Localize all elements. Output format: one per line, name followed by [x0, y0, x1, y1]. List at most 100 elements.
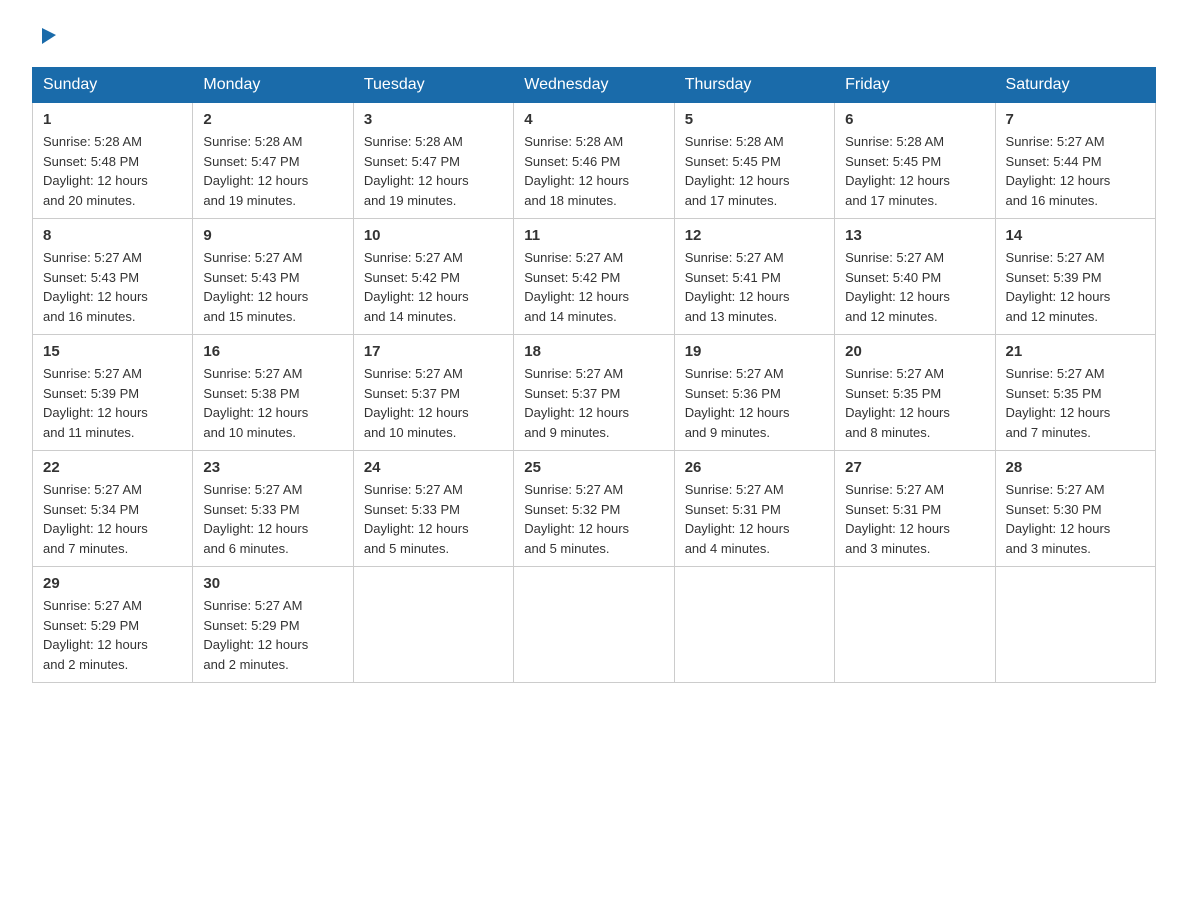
day-info: Sunrise: 5:28 AM Sunset: 5:45 PM Dayligh…	[845, 132, 984, 210]
calendar-cell: 7 Sunrise: 5:27 AM Sunset: 5:44 PM Dayli…	[995, 103, 1155, 219]
day-info: Sunrise: 5:27 AM Sunset: 5:40 PM Dayligh…	[845, 248, 984, 326]
weekday-header-tuesday: Tuesday	[353, 68, 513, 103]
day-info: Sunrise: 5:28 AM Sunset: 5:48 PM Dayligh…	[43, 132, 182, 210]
day-number: 10	[364, 227, 503, 244]
day-info: Sunrise: 5:27 AM Sunset: 5:43 PM Dayligh…	[43, 248, 182, 326]
calendar-cell: 15 Sunrise: 5:27 AM Sunset: 5:39 PM Dayl…	[33, 335, 193, 451]
day-info: Sunrise: 5:28 AM Sunset: 5:46 PM Dayligh…	[524, 132, 663, 210]
calendar-cell: 23 Sunrise: 5:27 AM Sunset: 5:33 PM Dayl…	[193, 451, 353, 567]
day-number: 26	[685, 459, 824, 476]
calendar-week-5: 29 Sunrise: 5:27 AM Sunset: 5:29 PM Dayl…	[33, 567, 1156, 683]
calendar-cell: 12 Sunrise: 5:27 AM Sunset: 5:41 PM Dayl…	[674, 219, 834, 335]
calendar-cell: 17 Sunrise: 5:27 AM Sunset: 5:37 PM Dayl…	[353, 335, 513, 451]
day-info: Sunrise: 5:27 AM Sunset: 5:41 PM Dayligh…	[685, 248, 824, 326]
calendar-cell: 30 Sunrise: 5:27 AM Sunset: 5:29 PM Dayl…	[193, 567, 353, 683]
day-number: 20	[845, 343, 984, 360]
weekday-header-wednesday: Wednesday	[514, 68, 674, 103]
day-info: Sunrise: 5:27 AM Sunset: 5:34 PM Dayligh…	[43, 480, 182, 558]
day-number: 25	[524, 459, 663, 476]
day-info: Sunrise: 5:27 AM Sunset: 5:42 PM Dayligh…	[524, 248, 663, 326]
day-info: Sunrise: 5:27 AM Sunset: 5:31 PM Dayligh…	[845, 480, 984, 558]
day-number: 12	[685, 227, 824, 244]
day-number: 3	[364, 111, 503, 128]
calendar-cell: 19 Sunrise: 5:27 AM Sunset: 5:36 PM Dayl…	[674, 335, 834, 451]
calendar-cell: 9 Sunrise: 5:27 AM Sunset: 5:43 PM Dayli…	[193, 219, 353, 335]
calendar-cell: 2 Sunrise: 5:28 AM Sunset: 5:47 PM Dayli…	[193, 103, 353, 219]
day-number: 24	[364, 459, 503, 476]
day-info: Sunrise: 5:27 AM Sunset: 5:39 PM Dayligh…	[43, 364, 182, 442]
page-header	[32, 24, 1156, 51]
calendar-cell: 28 Sunrise: 5:27 AM Sunset: 5:30 PM Dayl…	[995, 451, 1155, 567]
calendar-cell	[514, 567, 674, 683]
calendar-cell: 24 Sunrise: 5:27 AM Sunset: 5:33 PM Dayl…	[353, 451, 513, 567]
weekday-header-monday: Monday	[193, 68, 353, 103]
calendar-week-3: 15 Sunrise: 5:27 AM Sunset: 5:39 PM Dayl…	[33, 335, 1156, 451]
day-number: 28	[1006, 459, 1145, 476]
day-info: Sunrise: 5:28 AM Sunset: 5:47 PM Dayligh…	[364, 132, 503, 210]
day-number: 29	[43, 575, 182, 592]
weekday-header-friday: Friday	[835, 68, 995, 103]
calendar-cell: 3 Sunrise: 5:28 AM Sunset: 5:47 PM Dayli…	[353, 103, 513, 219]
calendar-week-1: 1 Sunrise: 5:28 AM Sunset: 5:48 PM Dayli…	[33, 103, 1156, 219]
day-info: Sunrise: 5:27 AM Sunset: 5:39 PM Dayligh…	[1006, 248, 1145, 326]
day-info: Sunrise: 5:27 AM Sunset: 5:29 PM Dayligh…	[43, 596, 182, 674]
day-info: Sunrise: 5:27 AM Sunset: 5:43 PM Dayligh…	[203, 248, 342, 326]
calendar-cell: 8 Sunrise: 5:27 AM Sunset: 5:43 PM Dayli…	[33, 219, 193, 335]
calendar-table: SundayMondayTuesdayWednesdayThursdayFrid…	[32, 67, 1156, 683]
logo	[32, 24, 58, 51]
weekday-header-saturday: Saturday	[995, 68, 1155, 103]
day-number: 23	[203, 459, 342, 476]
day-number: 14	[1006, 227, 1145, 244]
day-info: Sunrise: 5:27 AM Sunset: 5:36 PM Dayligh…	[685, 364, 824, 442]
weekday-header-sunday: Sunday	[33, 68, 193, 103]
day-info: Sunrise: 5:27 AM Sunset: 5:30 PM Dayligh…	[1006, 480, 1145, 558]
calendar-cell: 6 Sunrise: 5:28 AM Sunset: 5:45 PM Dayli…	[835, 103, 995, 219]
day-number: 19	[685, 343, 824, 360]
calendar-cell: 5 Sunrise: 5:28 AM Sunset: 5:45 PM Dayli…	[674, 103, 834, 219]
day-number: 17	[364, 343, 503, 360]
calendar-cell: 20 Sunrise: 5:27 AM Sunset: 5:35 PM Dayl…	[835, 335, 995, 451]
day-number: 22	[43, 459, 182, 476]
day-number: 1	[43, 111, 182, 128]
calendar-cell	[674, 567, 834, 683]
day-info: Sunrise: 5:27 AM Sunset: 5:32 PM Dayligh…	[524, 480, 663, 558]
day-number: 27	[845, 459, 984, 476]
calendar-week-4: 22 Sunrise: 5:27 AM Sunset: 5:34 PM Dayl…	[33, 451, 1156, 567]
day-number: 7	[1006, 111, 1145, 128]
day-number: 5	[685, 111, 824, 128]
calendar-cell: 27 Sunrise: 5:27 AM Sunset: 5:31 PM Dayl…	[835, 451, 995, 567]
day-info: Sunrise: 5:27 AM Sunset: 5:42 PM Dayligh…	[364, 248, 503, 326]
calendar-cell: 29 Sunrise: 5:27 AM Sunset: 5:29 PM Dayl…	[33, 567, 193, 683]
calendar-cell: 10 Sunrise: 5:27 AM Sunset: 5:42 PM Dayl…	[353, 219, 513, 335]
day-number: 15	[43, 343, 182, 360]
day-number: 16	[203, 343, 342, 360]
day-info: Sunrise: 5:27 AM Sunset: 5:35 PM Dayligh…	[1006, 364, 1145, 442]
calendar-cell: 1 Sunrise: 5:28 AM Sunset: 5:48 PM Dayli…	[33, 103, 193, 219]
day-info: Sunrise: 5:28 AM Sunset: 5:45 PM Dayligh…	[685, 132, 824, 210]
day-number: 4	[524, 111, 663, 128]
day-number: 18	[524, 343, 663, 360]
day-info: Sunrise: 5:27 AM Sunset: 5:33 PM Dayligh…	[203, 480, 342, 558]
day-info: Sunrise: 5:28 AM Sunset: 5:47 PM Dayligh…	[203, 132, 342, 210]
day-number: 13	[845, 227, 984, 244]
day-number: 6	[845, 111, 984, 128]
calendar-cell: 18 Sunrise: 5:27 AM Sunset: 5:37 PM Dayl…	[514, 335, 674, 451]
logo-arrow-icon	[36, 24, 58, 51]
calendar-cell: 16 Sunrise: 5:27 AM Sunset: 5:38 PM Dayl…	[193, 335, 353, 451]
day-info: Sunrise: 5:27 AM Sunset: 5:33 PM Dayligh…	[364, 480, 503, 558]
day-info: Sunrise: 5:27 AM Sunset: 5:31 PM Dayligh…	[685, 480, 824, 558]
day-info: Sunrise: 5:27 AM Sunset: 5:35 PM Dayligh…	[845, 364, 984, 442]
day-number: 9	[203, 227, 342, 244]
day-number: 2	[203, 111, 342, 128]
calendar-cell: 26 Sunrise: 5:27 AM Sunset: 5:31 PM Dayl…	[674, 451, 834, 567]
calendar-cell: 4 Sunrise: 5:28 AM Sunset: 5:46 PM Dayli…	[514, 103, 674, 219]
calendar-cell: 14 Sunrise: 5:27 AM Sunset: 5:39 PM Dayl…	[995, 219, 1155, 335]
calendar-cell: 13 Sunrise: 5:27 AM Sunset: 5:40 PM Dayl…	[835, 219, 995, 335]
calendar-cell: 11 Sunrise: 5:27 AM Sunset: 5:42 PM Dayl…	[514, 219, 674, 335]
calendar-header-row: SundayMondayTuesdayWednesdayThursdayFrid…	[33, 68, 1156, 103]
calendar-cell	[835, 567, 995, 683]
calendar-cell: 25 Sunrise: 5:27 AM Sunset: 5:32 PM Dayl…	[514, 451, 674, 567]
day-number: 8	[43, 227, 182, 244]
day-info: Sunrise: 5:27 AM Sunset: 5:44 PM Dayligh…	[1006, 132, 1145, 210]
calendar-cell	[353, 567, 513, 683]
